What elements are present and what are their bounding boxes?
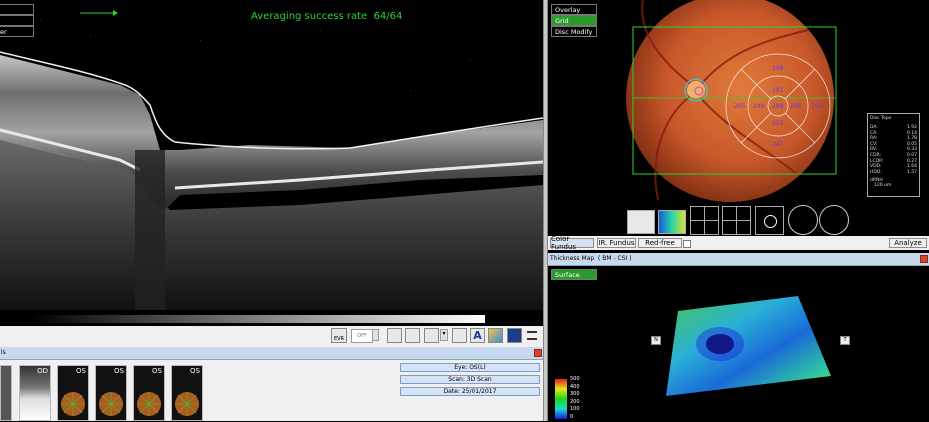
thumb-grid-image <box>175 392 199 416</box>
oct-left-menu: er <box>0 4 34 37</box>
off-slider[interactable]: OFF <box>351 329 373 343</box>
scan-thumbnail[interactable]: OS <box>133 365 165 421</box>
grid-value-center: 288 <box>772 103 784 110</box>
scan-thumbnail[interactable] <box>0 365 12 421</box>
evr-label: EVR <box>333 336 345 342</box>
thickness-map-title: Thickness Map ( BM - CSI ) <box>550 255 632 262</box>
red-free-checkbox[interactable] <box>683 240 691 248</box>
fundus-panel: Overlay Grid Disc Modify 298 291 265 249… <box>548 0 929 236</box>
disc-topo-value: 1.57 <box>906 169 917 175</box>
disc-topo-title: Disc Topo <box>870 116 892 121</box>
grid-value-left-inner: 249 <box>753 103 765 110</box>
circle-grid-ring <box>764 215 777 228</box>
analyze-button[interactable]: Analyze <box>889 238 927 248</box>
scale-label: 0 <box>570 413 574 420</box>
scan-thumbnail[interactable]: OS <box>95 365 127 421</box>
oct-toolbar: EVR OFF ▾ A <box>0 326 543 345</box>
off-label: OFF <box>357 333 367 339</box>
menu-icon[interactable] <box>527 331 537 340</box>
grid-value-bottom-inner: 252 <box>772 120 784 127</box>
color-fundus-button[interactable]: Color Fundus <box>550 235 594 251</box>
overlay-menu-item[interactable]: Overlay <box>551 4 597 15</box>
thumb-eye-label: OS <box>114 367 124 375</box>
page-dropdown[interactable]: ▾ <box>440 329 448 341</box>
grid-value-left-outer: 265 <box>734 103 746 110</box>
disc-topo-key: HDD: <box>870 169 882 175</box>
scale-label: 400 <box>570 383 580 390</box>
red-free-button[interactable]: Red-free <box>638 238 682 248</box>
eye-info-field[interactable]: Eye: OS(L) <box>400 363 540 372</box>
off-spinner[interactable] <box>372 329 379 341</box>
averaging-success-rate: Averaging success rate 64/64 <box>251 11 403 22</box>
grid-menu-item[interactable]: Grid <box>551 15 597 26</box>
thickness-map-panel: Surface N T 500 400 300 200 100 0 <box>548 266 929 421</box>
oct-menu-item-1[interactable] <box>0 4 34 15</box>
scale-label: 300 <box>570 391 580 398</box>
date-info-field[interactable]: Date: 25/01/2017 <box>400 387 540 396</box>
thickness-map-header: Thickness Map ( BM - CSI ) <box>548 253 929 266</box>
oct-bscan-panel: er Averaging success rate 64/64 <box>0 0 543 326</box>
evr-button[interactable]: EVR <box>331 328 347 343</box>
sector-grid-icon[interactable] <box>819 205 849 235</box>
fundus-mode-menu: Overlay Grid Disc Modify <box>551 4 597 37</box>
grid-value-bottom-outer: 247 <box>772 141 784 148</box>
thickness-3d-surface <box>555 296 831 419</box>
ir-fundus-button[interactable]: IR. Fundus <box>597 238 636 248</box>
scan-list-title: ls <box>1 349 6 356</box>
disc-topo-box: Disc Topo DA: 1.92 CA: 0.14 RA: 1.78 CV: 0.05 RV… <box>867 113 920 197</box>
disc-topo-row: HDD: 1.57 <box>870 170 917 176</box>
grid-value-top-outer: 298 <box>772 65 784 72</box>
grid-value-top-inner: 291 <box>772 87 784 94</box>
thumb-eye-label: OS <box>152 367 162 375</box>
thickness-preview-thumb[interactable] <box>658 210 686 234</box>
text-annotation-icon[interactable]: A <box>470 328 485 343</box>
scan-thumbnail[interactable]: OS <box>171 365 203 421</box>
grid-pattern-1-icon[interactable] <box>690 206 719 235</box>
disc-topo-rows: DA: 1.92 CA: 0.14 RA: 1.78 CV: 0.05 RV: 0.33 CDR: 0… <box>870 125 917 175</box>
thumb-strip: OD OS OS OS OS <box>0 365 230 421</box>
compare-icon[interactable] <box>405 328 420 343</box>
fundus-preview-thumb[interactable] <box>627 210 655 234</box>
scale-label: 200 <box>570 398 580 405</box>
thumb-eye-label: OS <box>190 367 200 375</box>
scale-label: 500 <box>570 376 580 382</box>
scan-thumbnail[interactable]: OS <box>57 365 89 421</box>
thumb-grid-image <box>99 392 123 416</box>
oct-menu-item-2[interactable] <box>0 15 34 26</box>
disc-topo-note: 120 um <box>874 183 892 189</box>
color-palette-icon[interactable] <box>488 328 503 343</box>
fundus-button-bar: Color Fundus IR. Fundus Red-free Analyze <box>548 235 929 251</box>
layers-icon[interactable] <box>387 328 402 343</box>
etdrs-grid-icon[interactable] <box>788 205 818 235</box>
scan-info-field[interactable]: Scan: 3D Scan <box>400 375 540 384</box>
scan-list-close-button[interactable] <box>534 349 542 357</box>
printer-icon[interactable] <box>452 328 467 343</box>
scan-thumbnail[interactable]: OD <box>19 365 51 421</box>
window-icon[interactable] <box>507 328 522 343</box>
scale-label: 100 <box>570 406 580 413</box>
thumb-grid-image <box>61 392 85 416</box>
scan-list-header: ls <box>0 347 543 360</box>
grid-value-right-inner: 296 <box>790 103 802 110</box>
scan-list-panel: ls OD OS OS OS OS Eye: OS(L) Scan: 3D Sc… <box>0 345 543 421</box>
oct-menu-item-3[interactable]: er <box>0 26 34 37</box>
temporal-label: T <box>840 336 850 345</box>
grid-pattern-2-icon[interactable] <box>722 206 751 235</box>
grid-value-right-outer: 263 <box>811 103 823 110</box>
thickness-scale-labels: 500 400 300 200 100 0 <box>570 376 590 421</box>
nasal-label: N <box>651 336 661 345</box>
disc-modify-menu-item[interactable]: Disc Modify <box>551 26 597 37</box>
page-icon[interactable] <box>424 328 439 343</box>
circle-grid-icon[interactable] <box>755 206 784 235</box>
thumb-eye-label: OS <box>76 367 86 375</box>
thumb-grid-image <box>137 392 161 416</box>
thickness-close-button[interactable] <box>920 255 928 263</box>
oct-bscan-image <box>0 10 543 323</box>
thumb-eye-label: OD <box>37 367 48 375</box>
